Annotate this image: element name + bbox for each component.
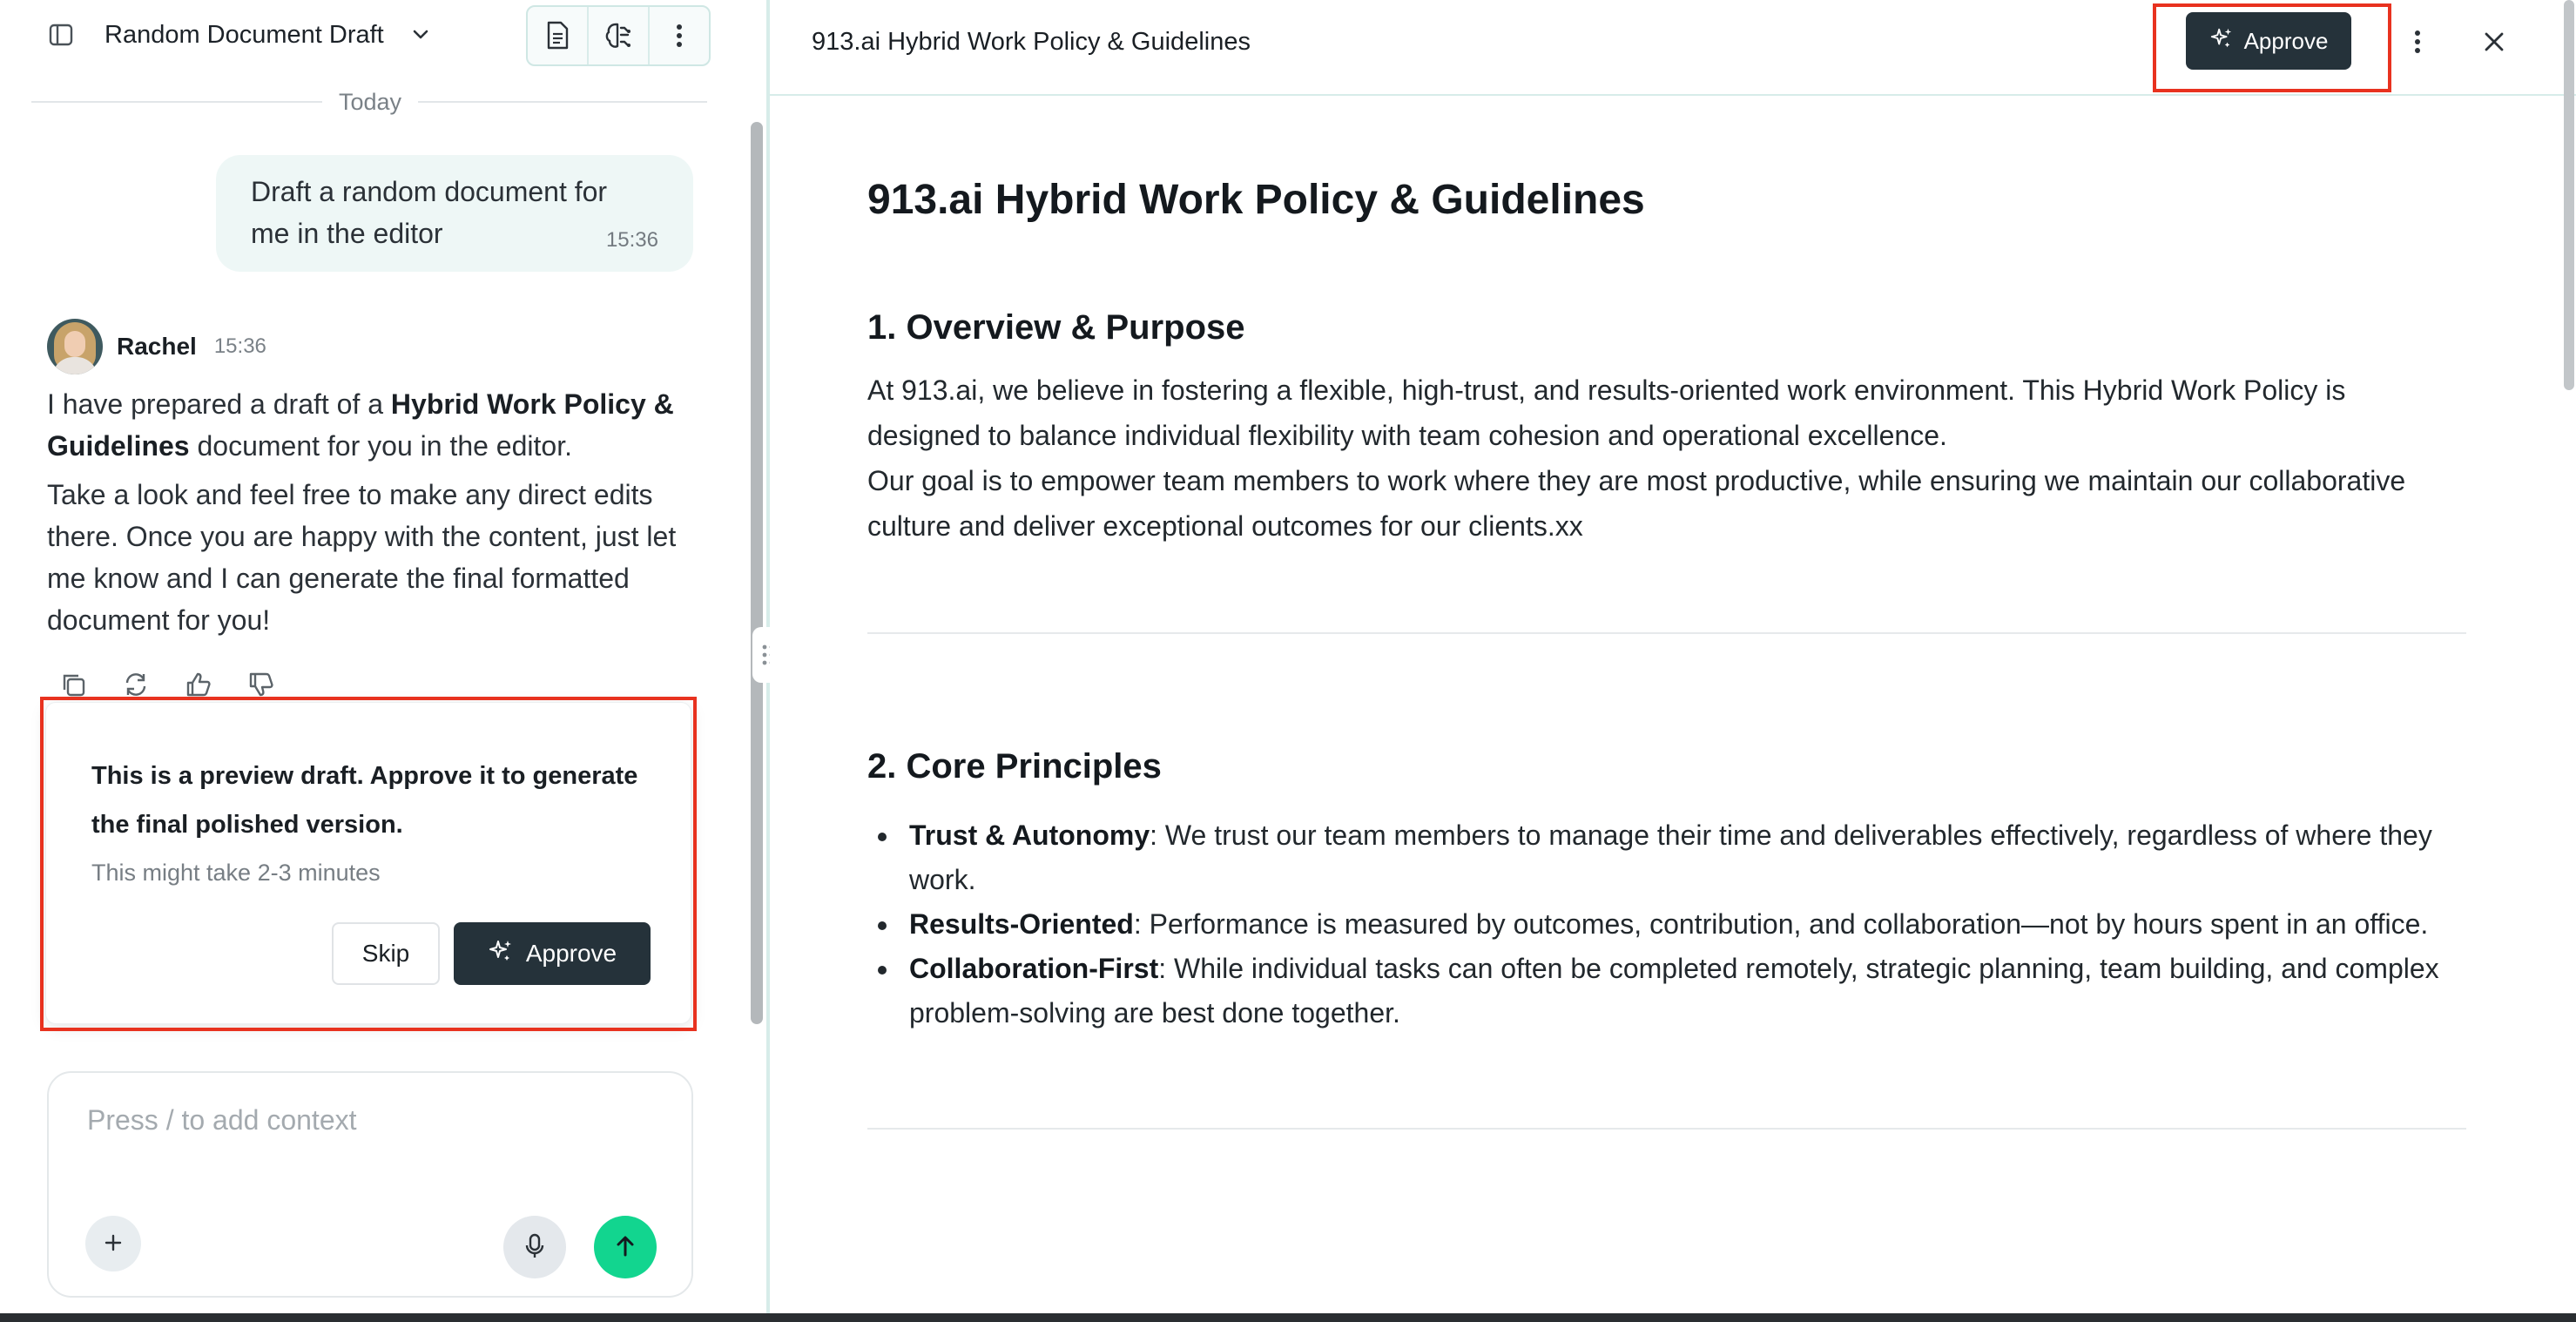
chat-panel: Random Document Draft Today Draft a rand… xyxy=(0,0,766,1322)
list-item: Trust & Autonomy: We trust our team memb… xyxy=(867,813,2466,902)
preview-card-heading: This is a preview draft. Approve it to g… xyxy=(91,762,638,839)
message-input[interactable] xyxy=(87,1104,644,1157)
sparkle-icon xyxy=(2209,26,2234,57)
assistant-paragraph: Take a look and feel free to make any di… xyxy=(47,479,677,636)
editor-scrollbar[interactable] xyxy=(2564,0,2574,390)
date-divider-line xyxy=(31,101,322,103)
assistant-paragraph: I have prepared a draft of a Hybrid Work… xyxy=(47,388,674,462)
principles-list: Trust & Autonomy: We trust our team memb… xyxy=(867,813,2466,1035)
document-title: 913.ai Hybrid Work Policy & Guidelines xyxy=(867,177,1645,223)
header-toolbar xyxy=(526,5,711,66)
chat-scrollbar[interactable] xyxy=(751,122,763,1024)
more-vertical-icon[interactable] xyxy=(650,7,709,64)
assistant-time: 15:36 xyxy=(213,334,266,358)
message-actions xyxy=(57,671,277,702)
document-paragraph: At 913.ai, we believe in fostering a fle… xyxy=(867,374,2346,451)
editor-panel: 913.ai Hybrid Work Policy & Guidelines A… xyxy=(770,0,2576,1322)
microphone-icon xyxy=(523,1232,547,1263)
section-heading: 2. Core Principles xyxy=(867,747,1162,786)
section-divider xyxy=(867,1128,2466,1130)
approve-button-label: Approve xyxy=(2243,27,2329,54)
add-attachment-button[interactable] xyxy=(85,1216,141,1271)
window-bottom-edge xyxy=(0,1313,2576,1322)
approve-button-label: Approve xyxy=(525,940,617,967)
send-button[interactable] xyxy=(594,1216,657,1278)
assistant-header: Rachel 15:36 xyxy=(47,317,266,376)
voice-input-button[interactable] xyxy=(503,1216,566,1278)
date-divider-line xyxy=(418,101,707,103)
editor-header: 913.ai Hybrid Work Policy & Guidelines A… xyxy=(770,0,2576,96)
skip-button[interactable]: Skip xyxy=(332,922,440,985)
user-message: Draft a random document for me in the ed… xyxy=(216,155,693,272)
assistant-name: Rachel xyxy=(117,333,197,360)
document-icon[interactable] xyxy=(528,7,589,64)
arrow-up-icon xyxy=(612,1233,638,1262)
brain-icon[interactable] xyxy=(589,7,650,64)
close-icon[interactable] xyxy=(2475,23,2513,61)
chevron-down-icon[interactable] xyxy=(408,21,434,47)
approve-button[interactable]: Approve xyxy=(2186,12,2351,70)
copy-icon[interactable] xyxy=(57,671,89,702)
message-composer xyxy=(47,1071,693,1298)
sidebar-toggle-icon[interactable] xyxy=(44,19,78,51)
document-content[interactable]: 913.ai Hybrid Work Policy & Guidelines 1… xyxy=(867,165,2466,1130)
refresh-icon[interactable] xyxy=(120,671,152,702)
sparkle-icon xyxy=(488,938,514,970)
editor-title: 913.ai Hybrid Work Policy & Guidelines xyxy=(812,28,1251,56)
list-item: Collaboration-First: While individual ta… xyxy=(867,947,2466,1035)
approve-button[interactable]: Approve xyxy=(454,922,651,985)
more-vertical-icon[interactable] xyxy=(2404,24,2431,59)
user-message-time: 15:36 xyxy=(605,228,658,252)
section-heading: 1. Overview & Purpose xyxy=(867,308,1245,347)
assistant-message: I have prepared a draft of a Hybrid Work… xyxy=(47,383,709,648)
date-divider: Today xyxy=(338,89,402,115)
thumbs-down-icon[interactable] xyxy=(246,671,277,702)
chat-title[interactable]: Random Document Draft xyxy=(105,19,384,51)
avatar xyxy=(47,319,103,374)
user-message-text: Draft a random document for me in the ed… xyxy=(251,176,608,249)
document-paragraph: Our goal is to empower team members to w… xyxy=(867,465,2406,542)
thumbs-up-icon[interactable] xyxy=(183,671,214,702)
section-divider xyxy=(867,632,2466,634)
preview-draft-card: This is a preview draft. Approve it to g… xyxy=(45,702,691,1024)
preview-card-subtext: This might take 2-3 minutes xyxy=(91,860,381,886)
chat-header: Random Document Draft xyxy=(0,0,766,70)
list-item: Results-Oriented: Performance is measure… xyxy=(867,902,2466,947)
plus-icon xyxy=(103,1232,124,1256)
